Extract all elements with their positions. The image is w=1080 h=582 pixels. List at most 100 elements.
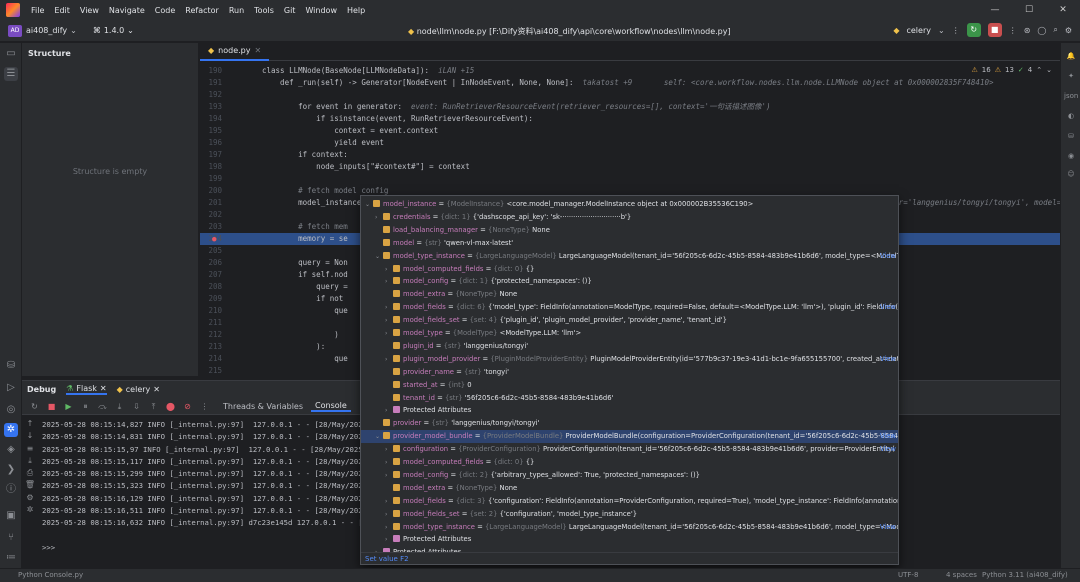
stop-button[interactable]: ■ [987, 23, 1002, 37]
chevron-right-icon[interactable]: › [385, 470, 393, 482]
line-number[interactable]: 204 [200, 233, 222, 245]
line-number[interactable]: 212 [200, 329, 222, 341]
rerun-icon[interactable]: ↻ [30, 402, 39, 411]
step-over-icon[interactable]: ⤼ [98, 402, 107, 411]
variable-row[interactable]: › model_fields = {dict: 3} {'configuratio… [361, 495, 898, 508]
variable-row[interactable]: model_extra = {NoneType} None [361, 482, 898, 495]
variable-row[interactable]: plugin_id = {str} 'langgenius/tongyi' [361, 340, 898, 353]
variable-row[interactable]: model_extra = {NoneType} None [361, 288, 898, 301]
variable-row[interactable]: › Protected Attributes [361, 533, 898, 546]
indent[interactable]: 4 spaces [946, 569, 977, 582]
variable-row[interactable]: › model_type = {ModelType} <ModelType.LLM… [361, 327, 898, 340]
step-into-icon[interactable]: ⤓ [115, 402, 124, 411]
view-link[interactable]: View [880, 353, 896, 366]
menu-file[interactable]: File [26, 6, 49, 15]
line-number[interactable]: 190 [200, 65, 222, 77]
step-out-icon[interactable]: ⤒ [149, 402, 158, 411]
maximize-icon[interactable]: ☐ [1012, 0, 1046, 20]
chevron-right-icon[interactable]: › [385, 328, 393, 340]
rerun-debug-button[interactable]: ↻ [966, 23, 981, 37]
chevron-right-icon[interactable]: › [385, 276, 393, 288]
line-number[interactable]: 200 [200, 185, 222, 197]
file-path-title[interactable]: ◆ node\llm\node.py [F:\Dify资料\ai408_dify… [408, 26, 731, 37]
interpreter[interactable]: Python 3.11 (ai408_dify) [982, 569, 1068, 582]
stop-icon[interactable]: ■ [47, 402, 56, 411]
line-number[interactable]: 206 [200, 257, 222, 269]
variable-row[interactable]: › plugin_model_provider = {PluginModelPro… [361, 353, 898, 366]
status-left[interactable]: Python Console.py [18, 569, 83, 582]
line-number[interactable]: 208 [200, 281, 222, 293]
search-icon[interactable]: ⌕ [1053, 25, 1057, 35]
tab-node-py[interactable]: ◆ node.py ✕ [200, 43, 270, 61]
variable-row[interactable]: ⌄ provider_model_bundle = {ProviderModelB… [361, 430, 898, 444]
chevron-right-icon[interactable]: › [385, 315, 393, 327]
variable-row[interactable]: › model_computed_fields = {dict: 0} {} [361, 456, 898, 469]
variable-row[interactable]: › model_config = {dict: 2} {'arbitrary_ty… [361, 469, 898, 482]
variable-row[interactable]: › credentials = {dict: 1} {'dashscope_api… [361, 211, 898, 224]
pause-icon[interactable]: ⏸ [81, 402, 90, 411]
chevron-right-icon[interactable]: › [385, 522, 393, 534]
chevron-right-icon[interactable]: › [385, 302, 393, 314]
minimize-icon[interactable]: — [978, 0, 1012, 20]
project-selector[interactable]: AD ai408_dify ⌄ [8, 24, 77, 37]
terminal-icon[interactable]: ▣ [4, 509, 18, 523]
variable-row[interactable]: provider = {str} 'langgenius/tongyi/tong… [361, 417, 898, 430]
chevron-down-icon[interactable]: ⌄ [365, 199, 373, 211]
todo-icon[interactable]: ≔ [4, 551, 18, 565]
line-number[interactable]: 213 [200, 341, 222, 353]
debug-tool-icon[interactable]: ✲ [4, 423, 18, 437]
line-number[interactable]: 195 [200, 125, 222, 137]
line-number[interactable]: 211 [200, 317, 222, 329]
chevron-right-icon[interactable]: › [385, 354, 393, 366]
variable-row[interactable]: › model_fields = {dict: 6} {'model_type':… [361, 301, 898, 314]
view-link[interactable]: View [880, 301, 896, 314]
close-icon[interactable]: ✕ [1046, 0, 1080, 20]
run-tool-icon[interactable]: ▷ [4, 381, 18, 395]
line-number[interactable]: 207 [200, 269, 222, 281]
chevron-right-icon[interactable]: › [385, 509, 393, 521]
line-number[interactable]: 198 [200, 161, 222, 173]
set-value-link[interactable]: Set value F2 [361, 552, 898, 564]
line-number[interactable]: 205 [200, 245, 222, 257]
problems-icon[interactable]: ⓘ [4, 483, 18, 497]
step-into-my-code-icon[interactable]: ⇩ [132, 402, 141, 411]
variable-row[interactable]: started_at = {int} 0 [361, 379, 898, 392]
menu-code[interactable]: Code [150, 6, 180, 15]
chevron-right-icon[interactable]: › [385, 444, 393, 456]
chevron-right-icon[interactable]: › [385, 534, 393, 546]
line-number[interactable]: 203 [200, 221, 222, 233]
variable-row[interactable]: provider_name = {str} 'tongyi' [361, 366, 898, 379]
variable-row[interactable]: ⌄ model_instance = {ModelInstance} <core.… [361, 198, 898, 211]
more-icon[interactable]: ⋮ [952, 26, 960, 35]
view-link[interactable]: View [880, 250, 896, 263]
variable-row[interactable]: › model_fields_set = {set: 4} {'plugin_id… [361, 314, 898, 327]
bookmark-icon[interactable]: ◐ [1064, 109, 1078, 123]
variable-row[interactable]: › model_fields_set = {set: 2} {'configura… [361, 508, 898, 521]
python-packages-icon[interactable]: ◈ [4, 443, 18, 457]
menu-edit[interactable]: Edit [49, 6, 75, 15]
line-number[interactable]: 194 [200, 113, 222, 125]
more-icon[interactable]: ⋮ [200, 402, 209, 411]
view-link[interactable]: View [880, 430, 896, 443]
variable-row[interactable]: ⌄ model_type_instance = {LargeLanguageMod… [361, 250, 898, 263]
tab-console[interactable]: Console [311, 401, 351, 412]
variable-row[interactable]: tenant_id = {str} '56f205c6-6d2c-45b5-85… [361, 392, 898, 405]
variable-row[interactable]: › configuration = {ProviderConfiguration}… [361, 443, 898, 456]
more-icon[interactable]: ⋮ [1009, 26, 1017, 35]
variable-row[interactable]: › model_type_instance = {LargeLanguageMod… [361, 521, 898, 534]
trash-icon[interactable]: 🗑 [22, 480, 38, 492]
vcs-branch[interactable]: ⌘ 1.4.0 ⌄ [93, 26, 134, 35]
menu-navigate[interactable]: Navigate [104, 6, 150, 15]
chevron-right-icon[interactable]: › [385, 405, 393, 417]
view-breakpoints-icon[interactable]: ⬤ [166, 402, 175, 411]
arrow-up-icon[interactable]: ↑ [22, 419, 38, 431]
close-icon[interactable]: ✕ [100, 384, 107, 393]
line-number[interactable]: 201 [200, 197, 222, 209]
json-icon[interactable]: json [1064, 89, 1078, 103]
line-number[interactable]: 193 [200, 101, 222, 113]
run-config[interactable]: celery [906, 26, 931, 35]
close-icon[interactable]: ✕ [153, 385, 160, 394]
view-link[interactable]: View [880, 443, 896, 456]
structure-tool-icon[interactable]: ☰ [4, 67, 18, 81]
tab-threads-variables[interactable]: Threads & Variables [223, 402, 303, 411]
